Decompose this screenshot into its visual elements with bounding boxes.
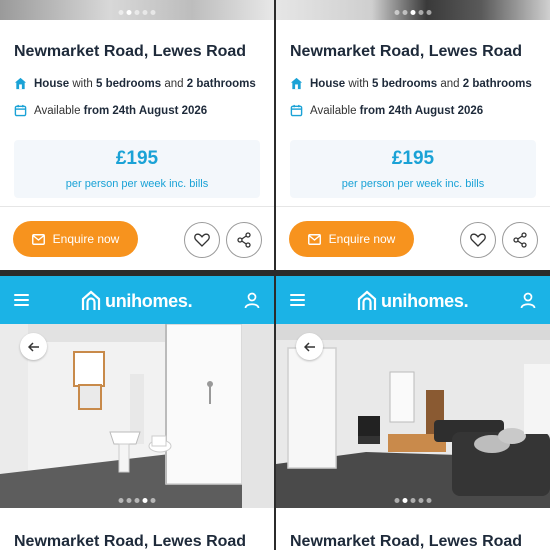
gallery-dot-active[interactable]	[410, 10, 416, 15]
house-icon	[14, 77, 27, 90]
mail-icon	[31, 233, 45, 245]
availability-row: Available from 24th August 2026	[290, 104, 483, 117]
screenshot-collage: Newmarket Road, Lewes Road House with 5 …	[0, 0, 550, 550]
price-value: £195	[115, 148, 159, 169]
brand-name: unihomes.	[105, 290, 193, 311]
gallery-dot[interactable]	[426, 10, 432, 15]
share-button[interactable]	[226, 222, 262, 258]
gallery-dots	[118, 498, 156, 503]
gallery-dot[interactable]	[118, 10, 124, 15]
unihomes-logo[interactable]: unihomes.	[80, 290, 193, 312]
house-logo-icon	[81, 290, 101, 310]
gallery-dot-active[interactable]	[126, 10, 132, 15]
enquire-now-label: Enquire now	[328, 232, 396, 246]
back-arrow-icon	[27, 341, 39, 352]
listing-photo[interactable]	[276, 0, 550, 20]
calendar-icon	[14, 104, 27, 117]
calendar-icon	[290, 104, 303, 117]
heart-icon	[470, 233, 486, 247]
share-icon	[237, 232, 251, 248]
gallery-dot[interactable]	[142, 10, 148, 15]
price-box: £195 per person per week inc. bills	[14, 140, 260, 198]
listing-detail-1: unihomes. Newmarket Road, Lewes Road	[0, 276, 274, 550]
listing-title[interactable]: Newmarket Road, Lewes Road	[14, 43, 246, 61]
back-button[interactable]	[296, 333, 323, 360]
user-icon[interactable]	[244, 292, 260, 309]
gallery-dot-active[interactable]	[402, 498, 408, 503]
availability-row: Available from 24th August 2026	[14, 104, 207, 117]
share-button[interactable]	[502, 222, 538, 258]
house-icon	[290, 77, 303, 90]
listing-card-2[interactable]: Newmarket Road, Lewes Road House with 5 …	[276, 0, 550, 270]
price-box: £195 per person per week inc. bills	[290, 140, 536, 198]
gallery-dot[interactable]	[118, 498, 124, 503]
listing-title: Newmarket Road, Lewes Road	[14, 533, 247, 550]
listing-card-1[interactable]: Newmarket Road, Lewes Road House with 5 …	[0, 0, 274, 270]
gallery-dot[interactable]	[126, 498, 132, 503]
favourite-button[interactable]	[460, 222, 496, 258]
listing-photo[interactable]	[0, 0, 274, 20]
gallery-dot[interactable]	[418, 498, 424, 503]
gallery-dots	[394, 10, 432, 15]
property-type-row: House with 5 bedrooms and 2 bathrooms	[14, 77, 256, 90]
enquire-now-label: Enquire now	[52, 232, 120, 246]
unihomes-logo[interactable]: unihomes.	[356, 290, 469, 312]
gallery-dot[interactable]	[134, 498, 140, 503]
gallery-dot[interactable]	[394, 498, 400, 503]
availability-text: Available from 24th August 2026	[34, 104, 208, 117]
availability-text: Available from 24th August 2026	[310, 104, 484, 117]
listing-title[interactable]: Newmarket Road, Lewes Road	[290, 43, 522, 61]
price-note: per person per week inc. bills	[341, 178, 485, 190]
enquire-now-button[interactable]: Enquire now	[13, 221, 138, 257]
gallery-dot[interactable]	[418, 10, 424, 15]
share-icon	[513, 232, 527, 248]
top-navigation-bar: unihomes.	[0, 276, 274, 324]
price-value: £195	[391, 148, 435, 169]
divider	[276, 206, 550, 207]
listing-detail-2: unihomes. Newmarket Road, Lewes Road	[276, 276, 550, 550]
gallery-dot[interactable]	[402, 10, 408, 15]
gallery-dot[interactable]	[426, 498, 432, 503]
house-logo-icon	[357, 290, 377, 310]
gallery-dot[interactable]	[410, 498, 416, 503]
menu-icon[interactable]	[290, 294, 305, 306]
top-navigation-bar: unihomes.	[276, 276, 550, 324]
favourite-button[interactable]	[184, 222, 220, 258]
property-type-text: House with 5 bedrooms and 2 bathrooms	[34, 77, 256, 90]
divider	[0, 206, 274, 207]
heart-icon	[194, 233, 210, 247]
gallery-dot[interactable]	[150, 498, 156, 503]
price-note: per person per week inc. bills	[65, 178, 209, 190]
gallery-dots	[394, 498, 432, 503]
mail-icon	[307, 233, 321, 245]
enquire-now-button[interactable]: Enquire now	[289, 221, 414, 257]
menu-icon[interactable]	[14, 294, 29, 306]
gallery-dot-active[interactable]	[142, 498, 148, 503]
back-button[interactable]	[20, 333, 47, 360]
gallery-dot[interactable]	[134, 10, 140, 15]
listing-title: Newmarket Road, Lewes Road	[290, 533, 523, 550]
back-arrow-icon	[303, 341, 315, 352]
property-type-row: House with 5 bedrooms and 2 bathrooms	[290, 77, 532, 90]
gallery-dot[interactable]	[394, 10, 400, 15]
user-icon[interactable]	[520, 292, 536, 309]
gallery-dots	[118, 10, 156, 15]
brand-name: unihomes.	[381, 290, 469, 311]
gallery-dot[interactable]	[150, 10, 156, 15]
property-type-text: House with 5 bedrooms and 2 bathrooms	[310, 77, 532, 90]
